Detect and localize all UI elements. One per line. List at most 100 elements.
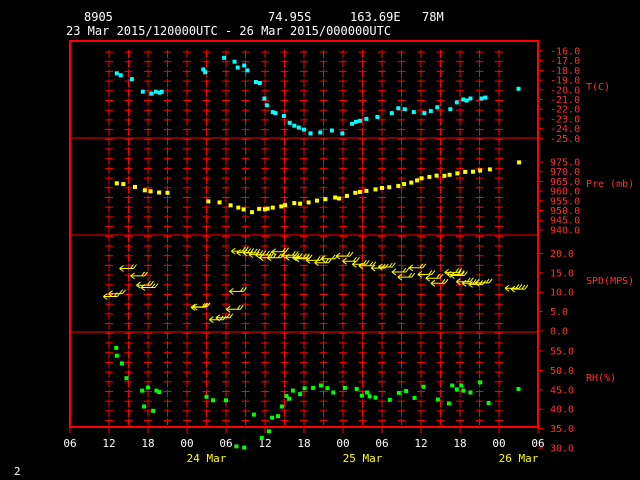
temperature-point [264, 103, 269, 108]
temperature-point [389, 111, 394, 116]
pressure-point [323, 197, 328, 202]
pressure-point [415, 178, 420, 183]
temperature-point [464, 98, 469, 103]
temperature-point [129, 77, 134, 82]
pressure-point [279, 204, 284, 209]
pressure-point [217, 200, 222, 205]
humidity-point [290, 388, 295, 393]
pressure-point [471, 169, 475, 174]
panel-name: T(C) [586, 82, 610, 93]
pressure-point [463, 169, 468, 174]
humidity-point [412, 395, 417, 400]
temperature-point [411, 110, 416, 115]
humidity-point [120, 361, 124, 366]
wind-barb [391, 267, 410, 276]
humidity-point [302, 386, 307, 391]
pressure-point [148, 189, 153, 194]
x-tick-label: 18 [453, 437, 466, 450]
panel-name: SPD(MPS) [586, 276, 634, 287]
humidity-point [359, 393, 364, 398]
humidity-point [331, 390, 336, 395]
pressure-point [257, 206, 262, 211]
y-tick-label: 35.0 [550, 424, 574, 435]
temperature-point [479, 96, 484, 101]
humidity-point [151, 408, 156, 413]
humidity-point [396, 390, 401, 395]
temperature-point [354, 119, 358, 124]
temperature-point [468, 96, 473, 101]
temperature-point [273, 111, 278, 116]
pressure-point [133, 185, 137, 189]
humidity-point [114, 345, 119, 350]
pressure-point [283, 203, 288, 208]
date-label: 24 Mar [187, 452, 227, 465]
pressure-point [206, 199, 211, 204]
temperature-point [308, 131, 313, 136]
humidity-point [266, 429, 271, 434]
x-tick-label: 06 [63, 437, 76, 450]
humidity-point [421, 384, 426, 389]
pressure-point [142, 188, 147, 193]
x-tick-label: 00 [180, 437, 193, 450]
humidity-point [140, 388, 145, 393]
humidity-point [486, 401, 491, 405]
temperature-point [483, 95, 488, 100]
pressure-point [306, 200, 311, 205]
temperature-point [262, 96, 267, 101]
humidity-point [325, 386, 330, 391]
temperature-point [364, 116, 369, 121]
temperature-point [235, 65, 240, 70]
temperature-point [140, 89, 145, 94]
y-tick-label: 5.0 [550, 307, 568, 318]
pressure-point [236, 205, 241, 210]
y-tick-label: 40.0 [550, 405, 574, 416]
temperature-point [318, 130, 323, 135]
pressure-point [455, 171, 460, 176]
wind-barb [446, 270, 465, 278]
temperature-point [296, 125, 301, 130]
humidity-point [142, 404, 147, 409]
pressure-point [402, 182, 407, 187]
temperature-point [281, 114, 286, 118]
humidity-point [298, 392, 303, 397]
humidity-point [211, 398, 215, 403]
temperature-point [422, 111, 427, 116]
x-tick-label: 06 [375, 437, 388, 450]
humidity-point [204, 394, 209, 399]
y-tick-label: 0.0 [550, 327, 568, 338]
temperature-point [516, 86, 521, 91]
x-tick-label: 18 [141, 437, 154, 450]
humidity-point [461, 388, 466, 393]
pressure-point [241, 207, 246, 212]
wind-barb [417, 270, 436, 278]
pressure-point [114, 181, 119, 186]
temperature-point [454, 100, 459, 105]
pressure-point [380, 186, 384, 190]
wind-barb [225, 304, 244, 313]
temperature-point [357, 118, 362, 123]
temperature-point [114, 71, 119, 76]
wind-barb [108, 289, 126, 298]
humidity-point [276, 414, 280, 419]
humidity-point [365, 390, 370, 395]
temperature-point [257, 81, 262, 85]
temperature-point [350, 121, 355, 126]
y-tick-label: 940.0 [550, 225, 580, 236]
temperature-point [448, 107, 453, 112]
temperature-point [428, 109, 433, 114]
wind-barb [397, 272, 416, 281]
temperature-point [396, 106, 401, 111]
humidity-point [114, 353, 119, 358]
temperature-point [302, 127, 306, 132]
panel-name: Pre (mb) [586, 179, 634, 190]
humidity-point [311, 385, 316, 390]
temperature-point [203, 70, 208, 75]
humidity-point [373, 395, 378, 400]
wind-barb [504, 283, 523, 292]
page-number: 2 [14, 465, 21, 478]
y-tick-label: 50.0 [550, 366, 574, 377]
humidity-point [242, 445, 247, 450]
x-tick-label: 00 [336, 437, 349, 450]
wind-barb [335, 251, 354, 260]
humidity-point [251, 412, 256, 417]
